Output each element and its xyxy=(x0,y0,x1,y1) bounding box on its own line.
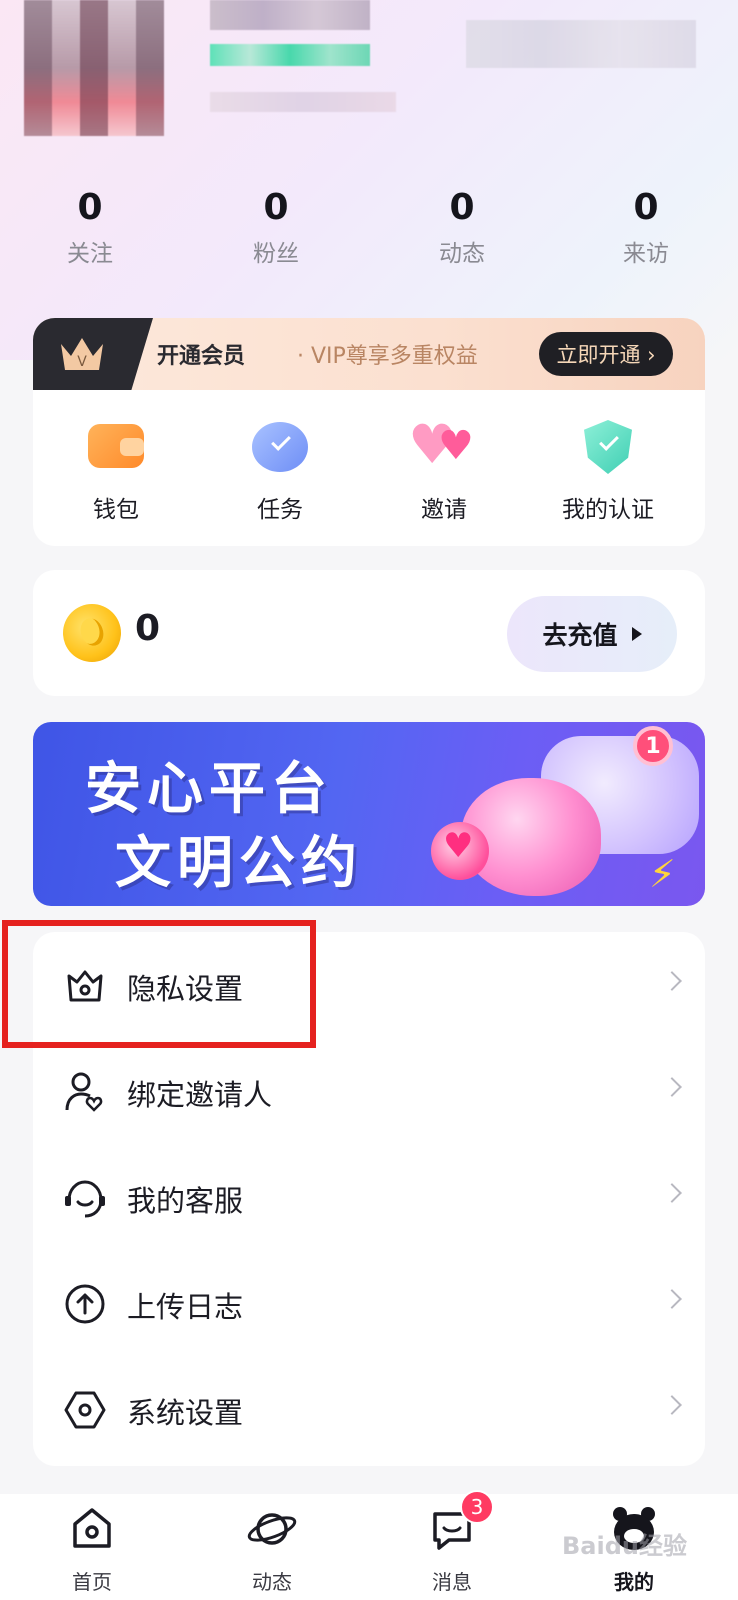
crown-letter: V xyxy=(77,354,87,370)
watermark: Baidu经验 xyxy=(562,1532,687,1560)
quick-action-label: 任务 xyxy=(257,497,303,523)
quick-action-task[interactable]: 任务 xyxy=(215,418,345,524)
stat-label: 粉丝 xyxy=(253,241,299,267)
coin-balance: 0 xyxy=(135,608,161,649)
menu-item-bind-inviter[interactable]: 绑定邀请人 xyxy=(33,1038,705,1144)
open-vip-button[interactable]: 立即开通 › xyxy=(539,332,673,376)
stat-label: 动态 xyxy=(439,241,485,267)
quick-action-verify[interactable]: 我的认证 xyxy=(543,418,673,524)
tab-home[interactable]: 首页 xyxy=(42,1504,142,1595)
menu-label: 系统设置 xyxy=(127,1396,244,1430)
menu-item-customer-service[interactable]: 我的客服 xyxy=(33,1144,705,1250)
stat-fans[interactable]: 0 粉丝 xyxy=(216,186,336,268)
stat-value: 0 xyxy=(77,187,103,228)
verify-shield-icon xyxy=(576,418,640,476)
tab-label: 首页 xyxy=(72,1570,112,1594)
planet-icon xyxy=(247,1513,297,1545)
menu-item-upload-log[interactable]: 上传日志 xyxy=(33,1250,705,1356)
vip-card: V 开通会员 · VIP尊享多重权益 立即开通 › 钱包 任务 ♥ ♥ 邀请 我… xyxy=(33,318,705,546)
task-icon xyxy=(248,418,312,476)
vip-banner[interactable]: V 开通会员 · VIP尊享多重权益 立即开通 › xyxy=(33,318,705,390)
customer-service-icon xyxy=(65,1180,105,1218)
quick-action-label: 我的认证 xyxy=(562,497,654,523)
profile-stats: 0 关注 0 粉丝 0 动态 0 来访 xyxy=(0,186,738,276)
upload-log-icon xyxy=(65,1284,105,1324)
stat-label: 关注 xyxy=(67,241,113,267)
stat-value: 0 xyxy=(449,187,475,228)
quick-action-wallet[interactable]: 钱包 xyxy=(51,418,181,524)
tab-feed[interactable]: 动态 xyxy=(222,1504,322,1595)
quick-action-label: 钱包 xyxy=(93,497,139,523)
stat-value: 0 xyxy=(633,187,659,228)
tab-messages[interactable]: 3 消息 xyxy=(402,1490,502,1595)
unread-badge: 3 xyxy=(460,1490,494,1524)
recharge-button[interactable]: 去充值 xyxy=(507,596,677,672)
vip-title: 开通会员 xyxy=(157,344,246,369)
quick-action-label: 邀请 xyxy=(421,497,467,523)
user-tags-redacted xyxy=(210,44,370,66)
wallet-icon xyxy=(84,418,148,476)
settings-hex-icon xyxy=(64,1391,106,1429)
chevron-right-icon xyxy=(662,971,682,991)
quick-action-invite[interactable]: ♥ ♥ 邀请 xyxy=(379,418,509,524)
chevron-right-icon xyxy=(662,1289,682,1309)
invite-hearts-icon: ♥ ♥ xyxy=(408,413,474,476)
home-icon xyxy=(73,1508,111,1548)
vip-subtitle: · VIP尊享多重权益 xyxy=(297,344,478,369)
stat-posts[interactable]: 0 动态 xyxy=(402,186,522,268)
civility-banner[interactable]: 安心平台 文明公约 1 ⚡ xyxy=(33,722,705,906)
bind-inviter-icon xyxy=(65,1072,103,1112)
chevron-right-icon xyxy=(662,1395,682,1415)
menu-label: 绑定邀请人 xyxy=(127,1078,273,1112)
privacy-highlight-box xyxy=(2,920,316,1048)
banner-line-2: 文明公约 xyxy=(115,831,363,896)
stat-value: 0 xyxy=(263,187,289,228)
crown-icon: V xyxy=(61,338,103,370)
coin-icon xyxy=(63,604,121,662)
menu-label: 上传日志 xyxy=(127,1290,244,1324)
chevron-right-icon xyxy=(662,1183,682,1203)
recharge-label: 去充值 xyxy=(542,621,618,650)
coin-card: 0 去充值 xyxy=(33,570,705,696)
play-arrow-icon xyxy=(631,627,642,641)
stat-label: 来访 xyxy=(623,241,669,267)
menu-label: 我的客服 xyxy=(127,1184,244,1218)
tab-label: 动态 xyxy=(252,1570,292,1594)
chevron-right-icon xyxy=(662,1077,682,1097)
stat-following[interactable]: 0 关注 xyxy=(30,186,150,268)
tab-label: 消息 xyxy=(432,1570,472,1594)
banner-line-1: 安心平台 xyxy=(85,757,333,822)
stat-visitors[interactable]: 0 来访 xyxy=(586,186,706,268)
heart-icon xyxy=(431,822,489,880)
avatar[interactable] xyxy=(24,0,164,136)
profile-link-redacted[interactable] xyxy=(466,20,696,68)
user-id-redacted xyxy=(210,92,396,112)
username-redacted xyxy=(210,0,370,30)
banner-notification-badge: 1 xyxy=(633,726,673,766)
menu-item-system-settings[interactable]: 系统设置 xyxy=(33,1356,705,1462)
tab-label: 我的 xyxy=(614,1570,654,1594)
lightning-icon: ⚡ xyxy=(649,852,676,896)
